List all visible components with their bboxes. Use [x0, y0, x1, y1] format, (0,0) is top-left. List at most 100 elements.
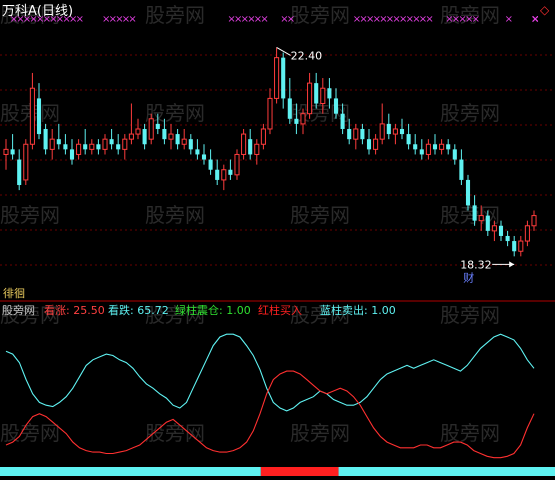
candle	[43, 123, 48, 155]
candle	[518, 235, 524, 257]
candle	[392, 123, 398, 145]
watermark-text: 股旁网	[440, 101, 500, 125]
candle	[425, 139, 431, 160]
candle	[128, 103, 134, 145]
candle	[122, 134, 128, 160]
candle	[419, 139, 424, 160]
watermarks: 股旁网 股旁网 股旁网 股旁网股旁网 股旁网 股旁网 股旁网股旁网 股旁网 股旁网 股旁网股旁网股…	[0, 3, 500, 445]
candle-body-up	[102, 138, 108, 150]
candle-body-up	[148, 118, 154, 140]
legend-item: 看涨: 25.50	[44, 303, 105, 317]
candle-body-up	[135, 128, 141, 135]
tag-bottom: 财	[463, 270, 474, 284]
candle	[452, 144, 457, 165]
candle	[234, 149, 240, 180]
marker-x: ×	[425, 14, 433, 25]
candle-body-down	[406, 134, 411, 145]
candle	[102, 134, 108, 155]
watermark-text: 股旁网	[290, 421, 350, 445]
candle-body-up	[260, 128, 266, 145]
marker-x: ×	[260, 14, 268, 25]
candle-body-down	[314, 83, 319, 104]
candle-body-down	[281, 57, 286, 99]
candle-body-up	[524, 225, 530, 242]
candle-body-down	[294, 118, 299, 124]
candle-body-up	[267, 97, 273, 130]
candle-body-down	[175, 134, 180, 145]
candle-body-up	[76, 143, 82, 155]
candle-body-down	[347, 128, 352, 140]
candle	[524, 220, 530, 247]
diamond-icon[interactable]: ◇	[540, 3, 550, 17]
candle	[465, 174, 471, 211]
candle-body-down	[512, 241, 517, 252]
candle-body-down	[485, 215, 490, 231]
candle-body-up	[234, 153, 240, 176]
watermark-text: 股旁网	[440, 203, 500, 227]
watermark-text: 股旁网	[145, 3, 205, 27]
candle-body-down	[340, 113, 345, 129]
indicator-line	[5, 333, 535, 412]
candle-body-down	[432, 144, 438, 150]
candle-body-up	[373, 138, 379, 150]
candle	[406, 123, 411, 150]
marker-x: ×	[128, 14, 136, 25]
candle	[386, 113, 391, 140]
candle	[366, 128, 372, 155]
chart-window: 股旁网 股旁网 股旁网 股旁网 股旁网 股旁网 股旁网 股旁网 股旁网 股旁网 股旁网 股旁网 股旁网股…	[0, 0, 555, 476]
marker-x: ×	[472, 14, 480, 25]
candle	[260, 123, 266, 150]
candle	[215, 159, 220, 186]
candle-body-down	[446, 144, 451, 150]
candle	[17, 149, 22, 191]
candle	[3, 139, 9, 170]
candle	[281, 52, 286, 109]
candle-body-up	[491, 225, 497, 232]
candle	[221, 164, 227, 191]
chart-title: 万科A(日线)	[2, 4, 73, 19]
candle-body-up	[379, 123, 385, 140]
candle-body-up	[89, 143, 95, 150]
candle-body-down	[142, 128, 147, 145]
candle	[439, 139, 445, 155]
candle	[116, 134, 121, 155]
candle	[201, 144, 207, 165]
indicator-legend: 股旁网 看涨: 25.50 看跌: 65.72 绿柱震仓: 1.00 红柱买入 蓝柱卖出:…	[2, 303, 396, 317]
marker-x: ×	[531, 14, 539, 25]
candle	[168, 123, 174, 150]
candle-body-down	[327, 88, 332, 99]
candle-body-up	[392, 128, 398, 135]
candle-body-down	[459, 159, 464, 180]
watermark-text: 股旁网	[290, 3, 350, 27]
candle	[188, 134, 193, 155]
candle-body-up	[221, 169, 227, 181]
candle-body-up	[181, 138, 187, 145]
candle	[307, 72, 313, 119]
candle	[10, 134, 15, 160]
candle-body-up	[425, 143, 431, 155]
candle-body-up	[122, 138, 128, 150]
candle	[89, 139, 95, 155]
watermark-text: 股旁网	[0, 203, 60, 227]
candle	[181, 128, 187, 150]
candle-body-up	[353, 128, 359, 140]
high-label: 22.40	[291, 49, 323, 62]
marker-row: ××××××××××× ××××× ×××××× ×× ×××××××××××× ××××…	[10, 14, 540, 25]
candle-body-up	[29, 87, 35, 145]
candle-body-up	[320, 87, 326, 105]
footer-segment	[338, 467, 555, 476]
candle	[353, 123, 359, 150]
watermark-text: 股旁网	[440, 303, 500, 327]
candle	[512, 235, 517, 257]
candle-body-down	[505, 235, 510, 242]
legend-item: 股旁网	[2, 303, 35, 317]
candle-body-down	[155, 123, 160, 129]
candle	[175, 128, 180, 150]
candle-body-up	[168, 133, 174, 140]
candle-body-down	[162, 128, 167, 140]
watermark-text: 股旁网	[145, 101, 205, 125]
candle-body-down	[69, 149, 75, 160]
candle	[360, 123, 365, 145]
candle	[413, 134, 418, 155]
candle	[399, 118, 405, 140]
